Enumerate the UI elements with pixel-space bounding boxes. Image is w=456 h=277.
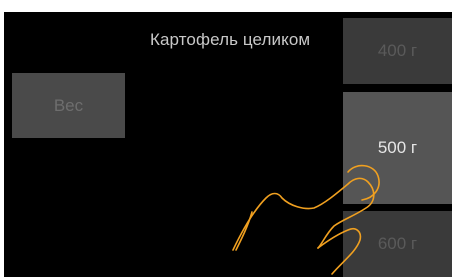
weight-button-label: Вес (53, 95, 84, 115)
oven-display-screen: Картофель целиком Вес 400 г 500 г 600 г (4, 12, 452, 277)
weight-option-400[interactable]: 400 г (343, 18, 452, 84)
weight-option-label: 600 г (377, 234, 418, 253)
weight-option-label: 400 г (377, 41, 418, 60)
page-title: Картофель целиком (150, 30, 311, 49)
weight-option-600[interactable]: 600 г (343, 211, 452, 277)
weight-option-label: 500 г (377, 138, 418, 157)
weight-option-500[interactable]: 500 г (343, 92, 452, 204)
weight-button[interactable]: Вес (12, 73, 125, 138)
